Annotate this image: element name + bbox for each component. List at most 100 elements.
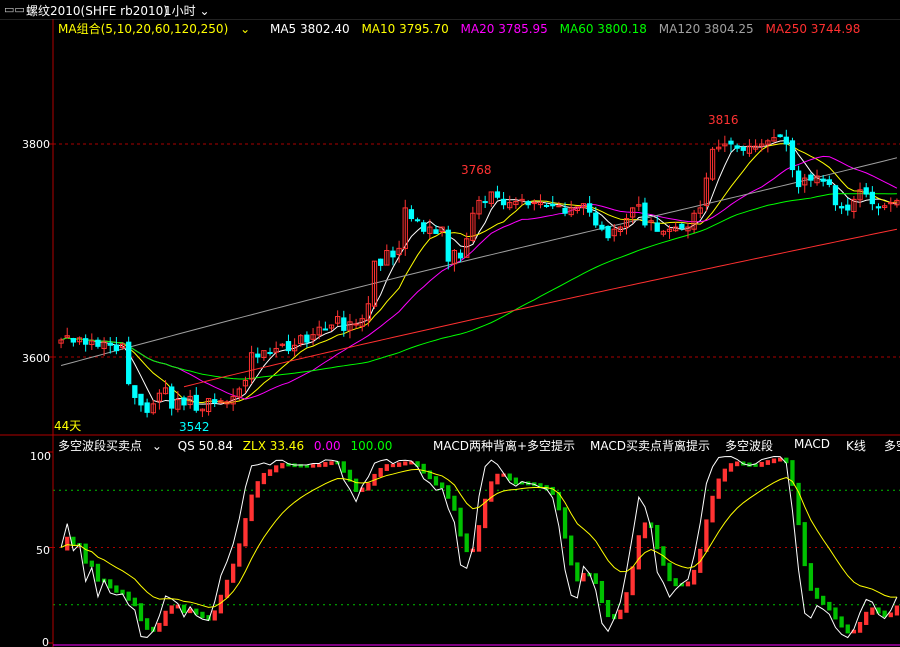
- band-bar: [452, 495, 457, 511]
- price-tick-3800: 3800: [22, 138, 50, 151]
- title-bar: ▭▭ 螺纹2010(SHFE rb2010) 1小时 ⌄: [0, 0, 900, 19]
- band-bar: [144, 618, 150, 630]
- band-bar: [267, 469, 273, 476]
- band-bar: [599, 580, 605, 603]
- ma120-value: MA120 3804.25: [658, 22, 754, 36]
- candle-body: [341, 317, 347, 331]
- candle-body: [70, 338, 77, 343]
- qs-value: QS 50.84: [177, 439, 233, 453]
- menu-band[interactable]: 多空波段: [725, 437, 773, 454]
- ma-group-selector[interactable]: MA组合(5,10,20,60,120,250) ⌄: [58, 22, 258, 36]
- band-bar: [280, 463, 285, 469]
- ma60-value: MA60 3800.18: [559, 22, 647, 36]
- band-bar: [808, 563, 814, 591]
- candle-body: [556, 205, 562, 208]
- ma20-line: [60, 155, 898, 400]
- candle-body: [586, 203, 593, 213]
- candle-body: [642, 202, 648, 226]
- band-bar: [378, 467, 383, 477]
- window-icon[interactable]: ▭▭: [4, 3, 25, 16]
- indicator-selector[interactable]: 多空波段买卖点 ⌄: [58, 439, 168, 453]
- ma-lines: [60, 140, 898, 405]
- zlx-value: ZLX 33.46: [242, 439, 305, 453]
- period-selector[interactable]: 1小时 ⌄: [164, 2, 210, 19]
- band-bar: [446, 485, 451, 499]
- band-bar: [864, 611, 869, 625]
- band-bar: [857, 621, 863, 633]
- band-bar: [728, 463, 734, 472]
- band-bar: [667, 562, 672, 582]
- chevron-down-icon: ⌄: [236, 22, 251, 36]
- band-bar: [821, 595, 826, 605]
- price-tick-3600: 3600: [22, 352, 50, 365]
- candle-body: [193, 394, 199, 411]
- candle-body: [605, 225, 611, 239]
- band-bar: [341, 461, 346, 473]
- axes: [0, 18, 900, 647]
- band-bar: [108, 579, 113, 589]
- band-bar: [722, 468, 727, 482]
- band-bar: [366, 482, 371, 491]
- band-bar: [65, 536, 70, 551]
- indicator-tick-50: 50: [36, 544, 50, 557]
- indicator-tick-100: 100: [30, 450, 51, 463]
- chart-canvas[interactable]: 3800 3600 100 50 0 3768 3816 3542 44天: [0, 0, 900, 647]
- band-bar: [224, 579, 230, 598]
- band-bar: [237, 543, 242, 567]
- candle-body: [408, 209, 415, 220]
- candle-body: [599, 224, 605, 230]
- low-annotation-3542: 3542: [179, 420, 210, 434]
- candle-body: [777, 134, 783, 138]
- band-bar: [458, 507, 463, 537]
- band-bar: [673, 578, 678, 587]
- band-bar: [439, 482, 445, 489]
- band-bar: [243, 518, 248, 547]
- indicator-name: 多空波段买卖点: [58, 439, 143, 453]
- band-bar: [138, 603, 144, 622]
- band-bar: [827, 601, 832, 611]
- band-bar: [784, 457, 789, 464]
- band-bar: [403, 461, 408, 466]
- band-bar: [353, 478, 359, 492]
- menu-more[interactable]: 多空: [884, 437, 900, 454]
- band-bar: [630, 566, 635, 596]
- band-bar: [556, 491, 562, 511]
- band-bar: [421, 463, 426, 474]
- band-bar: [163, 610, 168, 626]
- band-bar: [704, 519, 709, 552]
- menu-kline[interactable]: K线: [846, 437, 866, 454]
- band-bar: [317, 463, 322, 468]
- candle-body: [433, 229, 439, 234]
- band-bar: [870, 607, 875, 615]
- band-bar: [655, 524, 660, 550]
- band-bar: [734, 461, 740, 467]
- candle-body: [353, 323, 359, 326]
- band-bar: [802, 522, 807, 567]
- menu-macd[interactable]: MACD: [794, 437, 830, 451]
- period-label: 1小时: [164, 4, 196, 18]
- band-bar: [384, 464, 389, 471]
- candle-body: [838, 206, 845, 209]
- menu-macd-divergence[interactable]: MACD两种背离+多空提示: [433, 437, 575, 454]
- ma5-value: MA5 3802.40: [269, 22, 350, 36]
- menu-macd-buysell[interactable]: MACD买卖点背离提示: [590, 437, 710, 454]
- band-bar: [575, 562, 580, 582]
- candle-body: [789, 140, 796, 171]
- ma60-line: [60, 193, 897, 380]
- band-bar: [624, 592, 629, 613]
- band-bar: [636, 535, 641, 570]
- candle-body: [593, 212, 599, 226]
- band-bar: [476, 525, 482, 552]
- candle-body: [500, 198, 507, 206]
- ma120-line: [60, 157, 898, 367]
- band-bar: [839, 616, 844, 628]
- band-bar: [605, 599, 611, 618]
- candle-body: [820, 178, 826, 182]
- candle-body: [531, 202, 537, 205]
- candle-body: [525, 201, 531, 206]
- band-bar: [126, 591, 131, 601]
- candle-body: [267, 352, 273, 355]
- band-bar: [894, 605, 900, 616]
- indicator-legend: 多空波段买卖点 ⌄ QS 50.84 ZLX 33.46 0.00 100.00: [58, 437, 398, 453]
- band-bar: [181, 604, 187, 614]
